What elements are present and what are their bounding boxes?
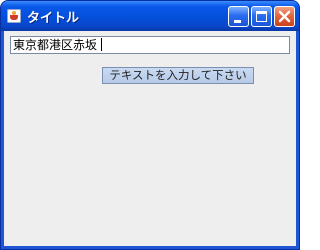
java-app-icon[interactable] — [7, 9, 21, 23]
minimize-icon — [234, 20, 241, 23]
close-button[interactable] — [274, 6, 295, 27]
maximize-icon — [256, 11, 267, 22]
maximize-button[interactable] — [251, 6, 272, 27]
window-title: タイトル — [27, 11, 80, 26]
minimize-button[interactable] — [228, 6, 249, 27]
text-input-value: 東京都港区赤坂 — [13, 38, 98, 52]
text-caret — [101, 38, 103, 51]
close-icon — [278, 10, 291, 23]
title-bar[interactable]: タイトル — [1, 1, 299, 31]
input-prompt-button[interactable]: テキストを入力して下さい — [102, 67, 254, 84]
app-window: タイトル 東京都港区赤坂 テキストを入力して下さい — [0, 0, 300, 250]
text-input[interactable]: 東京都港区赤坂 — [10, 36, 290, 54]
content-pane: 東京都港区赤坂 テキストを入力して下さい — [4, 31, 296, 246]
